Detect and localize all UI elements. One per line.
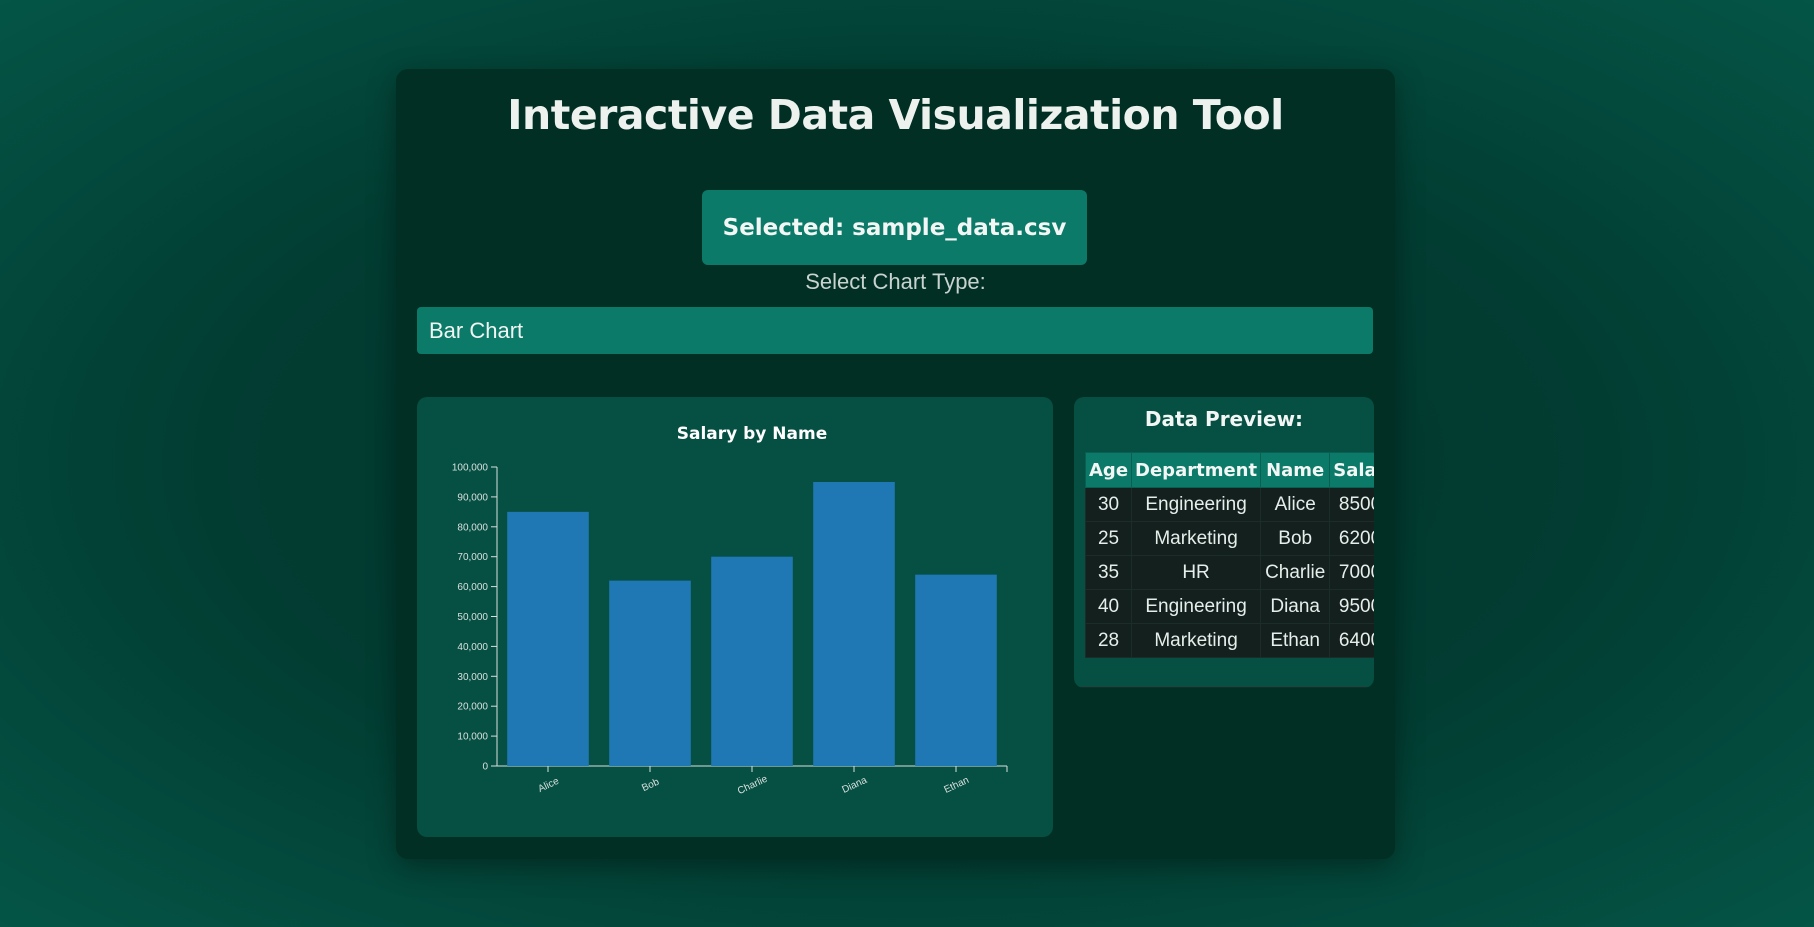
y-tick-label: 10,000 (457, 732, 488, 743)
chart-title: Salary by Name (677, 424, 828, 444)
y-tick-label: 70,000 (457, 552, 488, 563)
table-cell: Diana (1260, 589, 1331, 624)
table-row: 28 Marketing Ethan 64000 (1084, 623, 1374, 658)
bar-ethan[interactable] (915, 574, 997, 766)
y-tick-label: 30,000 (457, 672, 488, 683)
y-tick-label: 90,000 (457, 492, 488, 503)
x-axis: Alice Bob Charlie Diana Ethan (497, 765, 1008, 797)
table-cell: 35 (1084, 555, 1133, 590)
table-cell: 70000 (1329, 555, 1374, 590)
bars (507, 481, 997, 766)
file-select-button[interactable]: Selected: sample_data.csv (702, 190, 1087, 265)
table-row: 40 Engineering Diana 95000 (1084, 589, 1374, 624)
data-preview-table: Age Department Name Salary 30 Engineerin… (1084, 452, 1374, 658)
chart-type-selected-value: Bar Chart (429, 317, 524, 343)
table-cell: HR (1131, 555, 1262, 590)
table-cell: Marketing (1131, 521, 1262, 556)
table-row: 25 Marketing Bob 62000 (1084, 521, 1374, 556)
y-tick-label: 100,000 (452, 463, 489, 474)
y-tick-label: 20,000 (457, 702, 488, 713)
scroll-left-icon[interactable]: ◀ (1074, 687, 1088, 688)
data-preview-title: Data Preview: (1144, 407, 1304, 431)
chart-panel: Salary by Name 0 10,000 20,000 30,000 40,000… (417, 397, 1053, 837)
y-tick-label: 50,000 (457, 612, 488, 623)
bar-diana[interactable] (813, 481, 895, 766)
column-header: Age (1084, 452, 1133, 488)
y-axis: 0 10,000 20,000 30,000 40,000 50,000 60,000 70,… (452, 463, 498, 773)
y-tick-label: 40,000 (457, 642, 488, 653)
table-cell: 64000 (1329, 623, 1374, 658)
table-row: 35 HR Charlie 70000 (1084, 555, 1374, 590)
table-cell: Engineering (1131, 487, 1262, 522)
table-cell: 85000 (1329, 487, 1374, 522)
x-tick-label: Ethan (942, 775, 970, 796)
table-cell: Marketing (1131, 623, 1262, 658)
column-header: Department (1131, 452, 1262, 488)
x-tick-label: Alice (536, 776, 561, 795)
x-tick-label: Charlie (736, 773, 770, 797)
y-tick-label: 0 (482, 762, 488, 773)
y-tick-label: 60,000 (457, 582, 488, 593)
table-cell: Ethan (1260, 623, 1331, 658)
table-cell: Engineering (1131, 589, 1262, 624)
chart-type-label: Select Chart Type: (805, 269, 986, 294)
table-cell: 95000 (1329, 589, 1374, 624)
table-row: 30 Engineering Alice 85000 (1084, 487, 1374, 522)
table-cell: 25 (1084, 521, 1133, 556)
bar-charlie[interactable] (711, 556, 793, 766)
table-header-row: Age Department Name Salary (1084, 452, 1374, 488)
bar-bob[interactable] (609, 580, 691, 766)
y-tick-label: 80,000 (457, 522, 488, 533)
table-cell: 30 (1084, 487, 1133, 522)
data-preview-panel: Data Preview: Age Department Name Salary… (1074, 397, 1374, 688)
table-cell: 40 (1084, 589, 1133, 624)
table-cell: Bob (1260, 521, 1331, 556)
bar-chart: Salary by Name 0 10,000 20,000 30,000 40,000… (452, 424, 1008, 797)
scroll-right-icon[interactable]: ▶ (1360, 687, 1374, 688)
column-header: Salary (1329, 452, 1374, 488)
bar-alice[interactable] (507, 511, 589, 766)
column-header: Name (1260, 452, 1331, 488)
x-tick-label: Diana (840, 775, 869, 796)
table-cell: Alice (1260, 487, 1331, 522)
chart-type-select[interactable]: Bar Chart (417, 307, 1373, 354)
table-cell: 62000 (1329, 521, 1374, 556)
table-cell: Charlie (1260, 555, 1331, 590)
table-cell: 28 (1084, 623, 1133, 658)
x-tick-label: Bob (640, 776, 661, 794)
app-card: Interactive Data Visualization Tool Sele… (396, 69, 1395, 859)
horizontal-scrollbar[interactable]: ◀ ▶ (1074, 687, 1374, 688)
page-title: Interactive Data Visualization Tool (507, 91, 1284, 139)
